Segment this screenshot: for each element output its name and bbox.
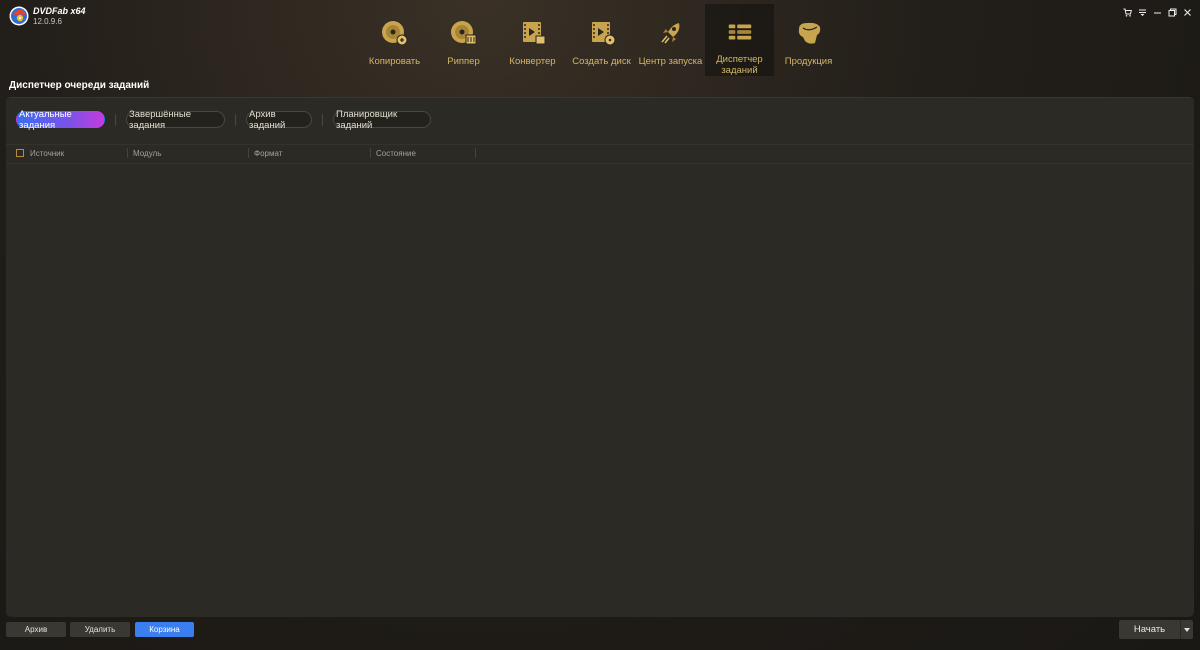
app-version: 12.0.9.6 [33, 17, 62, 26]
archive-button[interactable]: Архив [6, 622, 66, 637]
nav-label: Конвертер [509, 56, 556, 67]
film-creator-icon [591, 22, 615, 46]
task-list-icon [728, 24, 751, 40]
task-panel: Актуальные задания Завершённые задания А… [6, 97, 1194, 617]
tab-current-tasks[interactable]: Актуальные задания [16, 109, 105, 131]
tab-task-archive[interactable]: Архив заданий [246, 109, 312, 131]
column-divider[interactable] [475, 148, 476, 158]
task-tabs: Актуальные задания Завершённые задания А… [16, 109, 431, 131]
tab-task-scheduler[interactable]: Планировщик заданий [333, 109, 431, 131]
nav-launch-center[interactable]: Центр запуска [636, 4, 705, 76]
nav-copy[interactable]: Копировать [360, 4, 429, 76]
tab-divider [115, 113, 116, 126]
minimize-icon[interactable] [1153, 8, 1162, 17]
nav-ripper[interactable]: Риппер [429, 4, 498, 76]
trash-button[interactable]: Корзина [135, 622, 194, 637]
menu-icon[interactable] [1138, 8, 1147, 17]
nav-label: Создать диск [572, 56, 631, 67]
tab-completed-tasks[interactable]: Завершённые задания [126, 109, 225, 131]
nav-label: Копировать [368, 56, 421, 67]
disc-ripper-icon [450, 21, 476, 45]
disc-copy-icon [381, 21, 407, 46]
nav-creator[interactable]: Создать диск [567, 4, 636, 76]
column-format[interactable]: Формат [254, 149, 282, 158]
column-divider[interactable] [248, 148, 249, 158]
rocket-icon [660, 23, 679, 44]
products-icon [798, 22, 820, 44]
nav-label: Центр запуска [638, 56, 703, 67]
app-name: DVDFab x64 [33, 6, 86, 16]
page-title: Диспетчер очереди заданий [9, 80, 150, 91]
tab-divider [235, 113, 236, 126]
nav-task-manager[interactable]: Диспетчер заданий [705, 4, 774, 76]
start-button[interactable]: Начать [1119, 620, 1180, 639]
nav-label: Диспетчер заданий [716, 54, 763, 76]
column-divider[interactable] [370, 148, 371, 158]
cart-icon[interactable] [1123, 8, 1132, 17]
column-divider[interactable] [127, 148, 128, 158]
column-source[interactable]: Источник [30, 149, 64, 158]
dvdfab-logo-icon [9, 6, 29, 26]
chevron-down-icon [1184, 627, 1190, 632]
close-icon[interactable] [1183, 8, 1192, 17]
nav-label: Риппер [447, 56, 480, 67]
nav-converter[interactable]: Конвертер [498, 4, 567, 76]
film-converter-icon [522, 22, 545, 45]
column-module[interactable]: Модуль [133, 149, 161, 158]
table-header [6, 144, 1194, 164]
start-button-group: Начать [1119, 620, 1193, 639]
delete-button[interactable]: Удалить [70, 622, 130, 637]
start-dropdown-button[interactable] [1180, 620, 1193, 639]
restore-icon[interactable] [1168, 8, 1177, 17]
main-nav: Копировать Риппер Конвертер Создать диск [360, 4, 843, 76]
nav-label: Продукция [784, 56, 833, 67]
column-status[interactable]: Состояние [376, 149, 416, 158]
tab-divider [322, 113, 323, 126]
window-controls [1123, 8, 1192, 17]
select-all-checkbox[interactable] [16, 149, 24, 157]
nav-products[interactable]: Продукция [774, 4, 843, 76]
